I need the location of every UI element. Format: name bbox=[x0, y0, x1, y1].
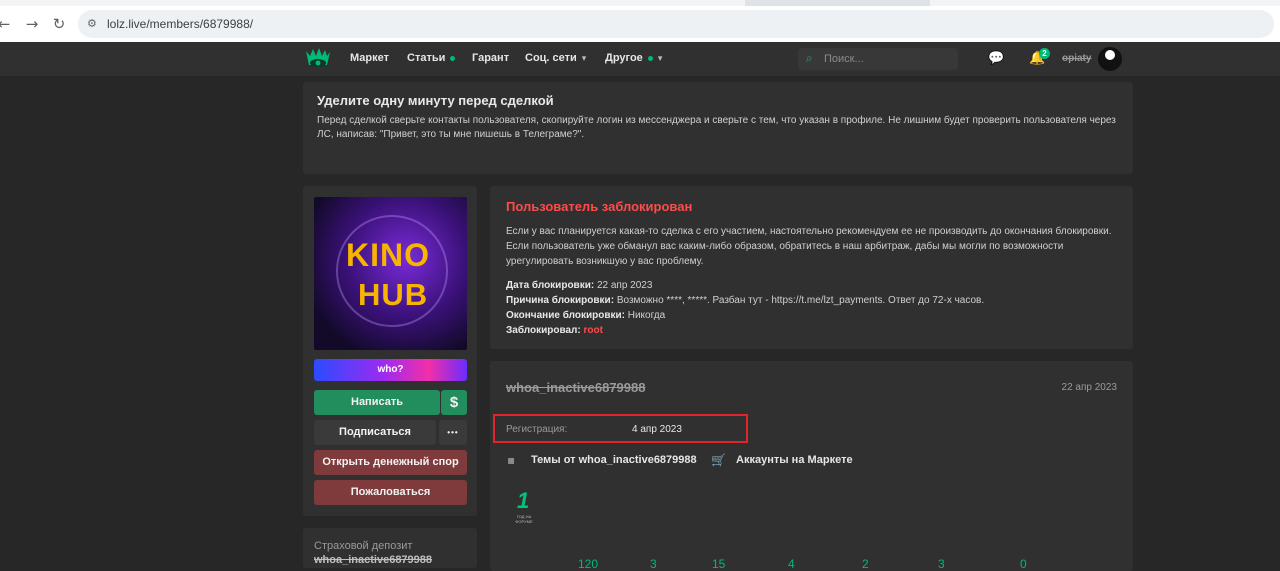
open-dispute-button[interactable]: Открыть денежный спор bbox=[314, 450, 467, 475]
avatar-logo-text-bottom: HUB bbox=[358, 277, 429, 312]
new-indicator-dot bbox=[647, 55, 653, 61]
comment-icon: ▪ bbox=[507, 453, 516, 467]
search-icon: ⌕ bbox=[806, 51, 813, 65]
nav-articles-label: Статьи bbox=[407, 52, 446, 64]
write-message-button[interactable]: Написать bbox=[314, 390, 440, 415]
site-header: Маркет Статьи Гарант Соц. сети ▾ Другое ▾ … bbox=[0, 42, 1280, 76]
nav-social-label: Соц. сети bbox=[525, 52, 577, 64]
reload-icon[interactable]: ↻ bbox=[51, 16, 67, 32]
ban-reason-value: Возможно ****, *****. Разбан тут - https… bbox=[616, 295, 985, 306]
banned-by-user-link[interactable]: root bbox=[584, 325, 603, 336]
ban-reason-row: Причина блокировки: Возможно ****, *****… bbox=[506, 295, 984, 306]
notice-title: Уделите одну минуту перед сделкой bbox=[317, 93, 554, 108]
deal-warning-notice: Уделите одну минуту перед сделкой Перед … bbox=[303, 82, 1133, 174]
search-box[interactable]: ⌕ Поиск... bbox=[798, 48, 958, 70]
more-options-button[interactable]: ••• bbox=[439, 420, 467, 445]
nav-market[interactable]: Маркет bbox=[350, 52, 389, 64]
nav-other[interactable]: Другое ▾ bbox=[605, 52, 662, 64]
back-icon[interactable]: ← bbox=[0, 16, 12, 32]
deposit-username[interactable]: whoa_inactive6879988 bbox=[314, 554, 432, 566]
search-placeholder[interactable]: Поиск... bbox=[824, 53, 864, 65]
user-avatar[interactable] bbox=[1098, 47, 1122, 71]
stat-value[interactable]: 120 bbox=[578, 557, 598, 571]
stat-value[interactable]: 0 bbox=[1020, 557, 1027, 571]
nav-other-label: Другое bbox=[605, 52, 643, 64]
stat-value[interactable]: 2 bbox=[862, 557, 869, 571]
notice-text: Перед сделкой сверьте контакты пользоват… bbox=[317, 115, 1116, 140]
browser-toolbar: ← → ↻ ⚙ lolz.live/members/6879988/ bbox=[0, 6, 1280, 42]
profile-info-block: whoa_inactive6879988 22 апр 2023 Регистр… bbox=[490, 361, 1133, 571]
chevron-down-icon: ▾ bbox=[581, 54, 587, 64]
trophy-caption: ГОД НА ФОРУМЕ bbox=[515, 514, 533, 524]
banned-by-row: Заблокировал: root bbox=[506, 325, 603, 336]
new-indicator-dot bbox=[450, 55, 456, 61]
url-text[interactable]: lolz.live/members/6879988/ bbox=[107, 17, 253, 31]
ban-description: Если у вас планируется какая-то сделка с… bbox=[506, 226, 1112, 267]
ban-title: Пользователь заблокирован bbox=[506, 199, 693, 214]
avatar-logo-text-top: KINO bbox=[346, 237, 430, 273]
stat-value[interactable]: 3 bbox=[938, 557, 945, 571]
profile-last-seen-date: 22 апр 2023 bbox=[1061, 382, 1117, 393]
stat-value[interactable]: 4 bbox=[788, 557, 795, 571]
chat-bubble-icon[interactable]: 💬 bbox=[988, 51, 1004, 67]
nav-guarantor[interactable]: Гарант bbox=[472, 52, 509, 64]
market-accounts-link[interactable]: Аккаунты на Маркете bbox=[736, 454, 853, 466]
deposit-label: Страховой депозит bbox=[314, 540, 413, 552]
nav-market-label: Маркет bbox=[350, 52, 389, 64]
stat-value[interactable]: 15 bbox=[712, 557, 725, 571]
banned-by-label: Заблокировал: bbox=[506, 325, 581, 336]
chevron-down-icon: ▾ bbox=[657, 54, 663, 64]
ban-end-row: Окончание блокировки: Никогда bbox=[506, 310, 665, 321]
site-logo-icon[interactable] bbox=[305, 47, 331, 71]
profile-avatar[interactable]: KINO HUB bbox=[314, 197, 467, 350]
cart-icon: 🛒 bbox=[711, 453, 726, 467]
money-transfer-button[interactable]: $ bbox=[441, 390, 467, 415]
trophy-number: 1 bbox=[517, 488, 530, 513]
registration-label: Регистрация: bbox=[506, 424, 568, 435]
stat-value[interactable]: 3 bbox=[650, 557, 657, 571]
nav-articles[interactable]: Статьи bbox=[407, 52, 456, 64]
report-button[interactable]: Пожаловаться bbox=[314, 480, 467, 505]
ban-info-block: Пользователь заблокирован Если у вас пла… bbox=[490, 186, 1133, 349]
profile-username: whoa_inactive6879988 bbox=[506, 380, 646, 395]
user-topics-link[interactable]: Темы от whoa_inactive6879988 bbox=[531, 454, 697, 466]
nav-social[interactable]: Соц. сети ▾ bbox=[525, 52, 586, 64]
ban-date-label: Дата блокировки: bbox=[506, 280, 595, 291]
notification-badge: 2 bbox=[1039, 48, 1050, 59]
address-bar[interactable]: ⚙ lolz.live/members/6879988/ bbox=[78, 10, 1274, 38]
trophy-one-year-icon[interactable]: 1 ГОД НА ФОРУМЕ bbox=[510, 488, 538, 524]
ban-date-row: Дата блокировки: 22 апр 2023 bbox=[506, 280, 652, 291]
current-username[interactable]: opiaty bbox=[1062, 53, 1091, 64]
ban-reason-label: Причина блокировки: bbox=[506, 295, 615, 306]
forward-icon[interactable]: → bbox=[24, 16, 40, 32]
insurance-deposit-block: Страховой депозит whoa_inactive6879988 bbox=[303, 528, 477, 568]
user-banner: who? bbox=[314, 359, 467, 381]
ban-end-value: Никогда bbox=[627, 310, 666, 321]
ban-end-label: Окончание блокировки: bbox=[506, 310, 625, 321]
registration-date: 4 апр 2023 bbox=[632, 424, 682, 435]
ban-date-value: 22 апр 2023 bbox=[596, 280, 653, 291]
nav-guarantor-label: Гарант bbox=[472, 52, 510, 64]
registration-highlight-box: Регистрация: 4 апр 2023 bbox=[493, 414, 748, 443]
subscribe-button[interactable]: Подписаться bbox=[314, 420, 436, 445]
site-info-icon[interactable]: ⚙ bbox=[87, 17, 101, 31]
